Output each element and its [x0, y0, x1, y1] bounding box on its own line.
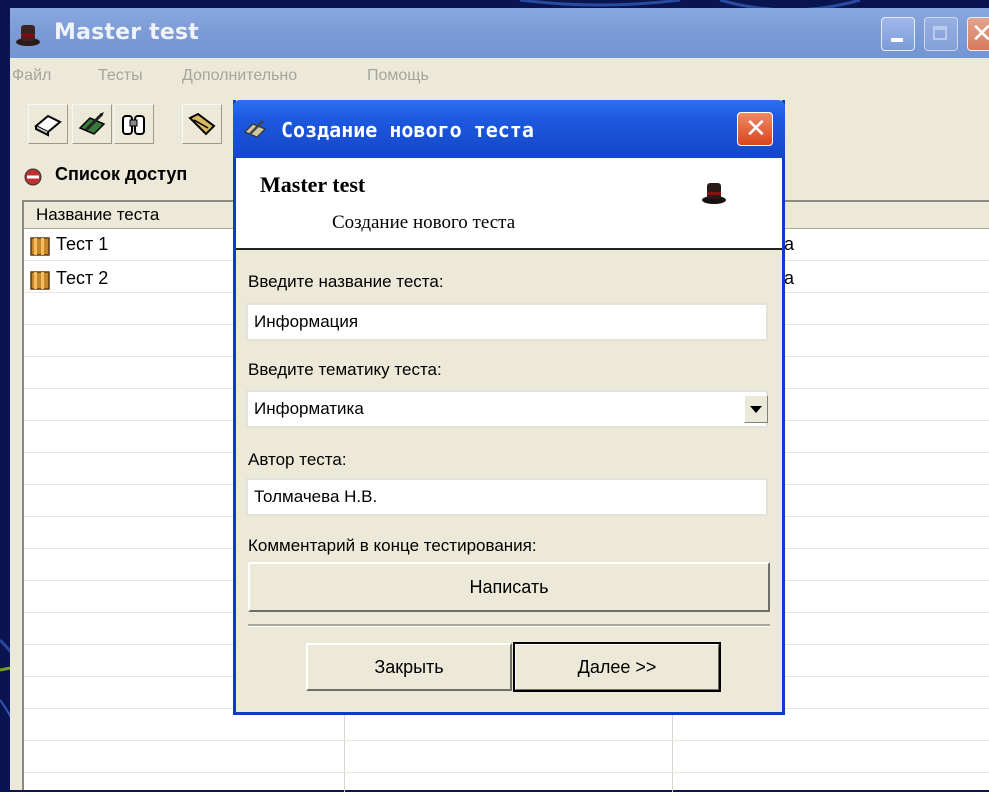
- row-line: [24, 772, 989, 773]
- folder-icon: [188, 112, 216, 136]
- dialog-divider: [248, 624, 770, 627]
- close-dialog-button[interactable]: Закрыть: [306, 643, 512, 691]
- eraser-icon: [34, 114, 62, 137]
- column-header-name[interactable]: Название теста: [36, 205, 159, 225]
- search-test-button[interactable]: [114, 104, 154, 144]
- next-button[interactable]: Далее >>: [513, 642, 721, 692]
- maximize-icon: [933, 26, 947, 40]
- maximize-button[interactable]: [924, 17, 958, 51]
- test-topic-value: Информатика: [254, 399, 364, 418]
- main-window-title: Master test: [54, 20, 200, 45]
- dialog-close-button[interactable]: ✕: [737, 112, 773, 146]
- chevron-down-icon: [750, 406, 762, 413]
- binoculars-icon: [122, 115, 145, 135]
- menu-file[interactable]: Файл: [12, 67, 51, 85]
- book-pen-icon: [243, 120, 267, 138]
- menu-extra[interactable]: Дополнительно: [182, 67, 297, 85]
- author-input[interactable]: Толмачева Н.В.: [246, 478, 768, 516]
- banner-title: Master test: [260, 172, 366, 197]
- banner-subtitle: Создание нового теста: [332, 212, 516, 233]
- test-name: Тест 2: [56, 268, 109, 288]
- book-icon: [30, 237, 50, 256]
- row-line: [24, 740, 989, 741]
- dropdown-button[interactable]: [744, 395, 768, 423]
- close-icon: ✕: [971, 19, 989, 49]
- edit-test-button[interactable]: [72, 104, 112, 144]
- minimize-icon: [891, 38, 903, 42]
- close-button[interactable]: ✕: [967, 17, 989, 51]
- list-bullet-icon: [24, 168, 42, 186]
- main-title-bar[interactable]: Master test ✕: [10, 8, 989, 58]
- new-test-button[interactable]: [28, 104, 68, 144]
- top-hat-icon: [16, 25, 40, 46]
- test-name-label: Введите название теста:: [248, 272, 444, 291]
- test-topic-select[interactable]: Информатика: [246, 390, 768, 428]
- close-button-label: Закрыть: [374, 657, 444, 677]
- menu-bar: Файл Тесты Дополнительно Помощь: [10, 61, 989, 91]
- dialog-banner: Master test Создание нового теста: [236, 158, 782, 250]
- list-heading: Список доступ: [55, 164, 188, 184]
- top-hat-icon: [702, 183, 726, 204]
- next-button-label: Далее >>: [577, 657, 657, 677]
- write-comment-button[interactable]: Написать: [248, 562, 770, 612]
- open-test-button[interactable]: [182, 104, 222, 144]
- author-label: Автор теста:: [248, 450, 347, 469]
- menu-tests[interactable]: Тесты: [98, 67, 143, 85]
- test-name-input[interactable]: Информация: [246, 303, 768, 341]
- test-name: Тест 1: [56, 234, 109, 254]
- comment-label: Комментарий в конце тестирования:: [248, 536, 537, 555]
- dialog-title-bar[interactable]: Создание нового теста ✕: [233, 100, 785, 158]
- test-tail-text: а: [784, 234, 795, 254]
- dialog-title: Создание нового теста: [281, 118, 534, 142]
- minimize-button[interactable]: [881, 17, 915, 51]
- test-topic-label: Введите тематику теста:: [248, 360, 442, 379]
- menu-help[interactable]: Помощь: [367, 67, 429, 85]
- book-icon: [30, 271, 50, 290]
- test-tail-text: а: [784, 268, 795, 288]
- book-pen-icon: [78, 112, 106, 135]
- close-icon: ✕: [745, 114, 767, 144]
- new-test-dialog: Создание нового теста ✕ Master test Созд…: [233, 100, 785, 715]
